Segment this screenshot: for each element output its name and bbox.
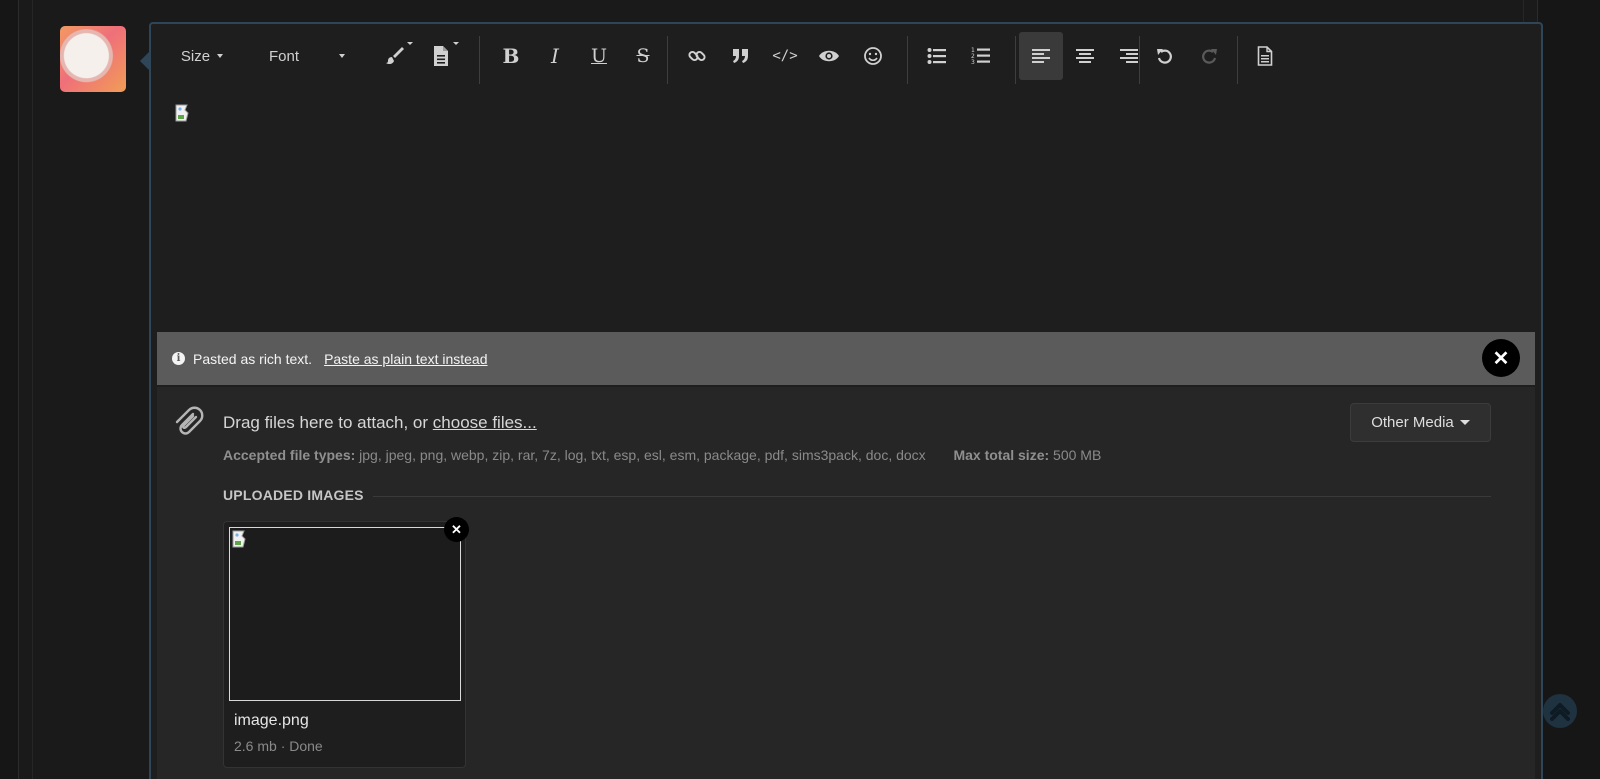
bullet-list-icon — [927, 48, 946, 64]
underline-button[interactable]: U — [579, 32, 619, 80]
max-size-value: 500 MB — [1053, 447, 1102, 463]
other-media-button[interactable]: Other Media — [1350, 403, 1491, 442]
user-avatar[interactable] — [60, 26, 126, 92]
page: Size Font B I U S </> 1 2 3 i Pasted as … — [0, 0, 1600, 779]
avatar-pointer — [140, 52, 149, 70]
toolbar-separator — [1237, 36, 1238, 84]
file-thumbnail[interactable] — [229, 527, 461, 701]
strikethrough-icon: S — [636, 45, 650, 67]
paint-brush-icon — [386, 47, 404, 65]
accepted-types-label: Accepted file types: — [223, 447, 356, 463]
broken-image-icon — [232, 530, 246, 548]
uploaded-file-card[interactable]: ✕ image.png 2.6 mb · Done — [223, 517, 469, 768]
font-size-label: Size — [180, 47, 211, 65]
emoji-button[interactable] — [853, 32, 893, 80]
spoiler-button[interactable] — [809, 32, 849, 80]
align-left-icon — [1032, 49, 1050, 63]
text-color-button[interactable] — [375, 32, 415, 80]
broken-image-icon — [175, 104, 193, 122]
paperclip-icon — [171, 405, 205, 439]
document-icon — [1257, 46, 1273, 66]
align-right-icon — [1120, 49, 1138, 63]
chevron-up-icon — [1550, 703, 1570, 721]
paragraph-style-button[interactable] — [421, 32, 461, 80]
redo-button[interactable] — [1189, 32, 1229, 80]
link-button[interactable] — [677, 32, 717, 80]
toolbar-separator — [479, 36, 480, 84]
quote-button[interactable] — [721, 32, 761, 80]
paste-notice-message: Pasted as rich text. — [193, 350, 313, 367]
code-button[interactable]: </> — [765, 32, 805, 80]
strikethrough-button[interactable]: S — [623, 32, 663, 80]
align-left-button[interactable] — [1019, 32, 1063, 80]
file-name: image.png — [234, 712, 309, 729]
code-icon: </> — [772, 48, 798, 64]
align-center-button[interactable] — [1065, 32, 1105, 80]
toolbar-separator — [907, 36, 908, 84]
bold-button[interactable]: B — [491, 32, 531, 80]
attachment-area[interactable]: Drag files here to attach, or choose fil… — [157, 387, 1535, 779]
font-family-dropdown[interactable]: Font — [261, 32, 361, 80]
document-icon — [434, 46, 448, 66]
bold-icon: B — [502, 44, 520, 68]
close-notice-button[interactable]: ✕ — [1482, 339, 1520, 377]
heading-divider — [373, 496, 1491, 497]
numbered-list-icon: 1 2 3 — [971, 47, 990, 66]
smiley-icon — [864, 47, 882, 65]
quote-icon — [733, 49, 748, 63]
toolbar-separator — [1139, 36, 1140, 84]
other-media-label: Other Media — [1371, 414, 1454, 431]
file-meta: 2.6 mb · Done — [234, 738, 323, 754]
close-icon: ✕ — [1492, 347, 1510, 370]
bulleted-list-button[interactable] — [917, 32, 957, 80]
italic-icon: I — [551, 44, 559, 68]
italic-button[interactable]: I — [535, 32, 575, 80]
max-size-label: Max total size: — [953, 447, 1050, 463]
align-center-icon — [1076, 49, 1094, 63]
info-icon: i — [172, 352, 185, 365]
redo-icon — [1202, 49, 1217, 64]
underline-icon: U — [590, 45, 607, 67]
editor-toolbar: Size Font B I U S </> 1 2 3 — [151, 30, 1541, 84]
paste-notice-bar: i Pasted as rich text. Paste as plain te… — [157, 332, 1535, 385]
paste-as-plain-text-link[interactable]: Paste as plain text instead — [324, 351, 487, 367]
drag-files-text: Drag files here to attach, or choose fil… — [223, 413, 537, 433]
accepted-types-value: jpg, jpeg, png, webp, zip, rar, 7z, log,… — [359, 447, 926, 463]
chevron-down-icon — [1459, 420, 1470, 425]
toolbar-separator — [1015, 36, 1016, 84]
accepted-file-types: Accepted file types: jpg, jpeg, png, web… — [223, 447, 1101, 463]
drag-files-label: Drag files here to attach, or — [223, 413, 429, 432]
remove-file-button[interactable]: ✕ — [444, 517, 469, 542]
undo-icon — [1157, 49, 1172, 64]
align-right-button[interactable] — [1109, 32, 1149, 80]
toggle-bbcode-button[interactable] — [1245, 32, 1285, 80]
uploaded-images-heading: UPLOADED IMAGES — [223, 487, 364, 503]
font-size-dropdown[interactable]: Size — [171, 32, 233, 80]
close-icon: ✕ — [451, 521, 462, 537]
chevron-down-icon — [339, 54, 346, 58]
link-icon — [688, 50, 706, 62]
eye-icon — [819, 50, 839, 62]
scroll-to-top-button[interactable] — [1543, 694, 1577, 728]
chevron-down-icon — [407, 42, 413, 45]
font-family-label: Font — [269, 47, 300, 65]
message-editor: Size Font B I U S </> 1 2 3 i Pasted as … — [149, 22, 1543, 779]
svg-text:3: 3 — [971, 59, 975, 66]
numbered-list-button[interactable]: 1 2 3 — [961, 32, 1001, 80]
toolbar-separator — [667, 36, 668, 84]
undo-button[interactable] — [1145, 32, 1185, 80]
choose-files-link[interactable]: choose files... — [433, 413, 537, 432]
chevron-down-icon — [217, 54, 224, 58]
chevron-down-icon — [453, 42, 459, 45]
